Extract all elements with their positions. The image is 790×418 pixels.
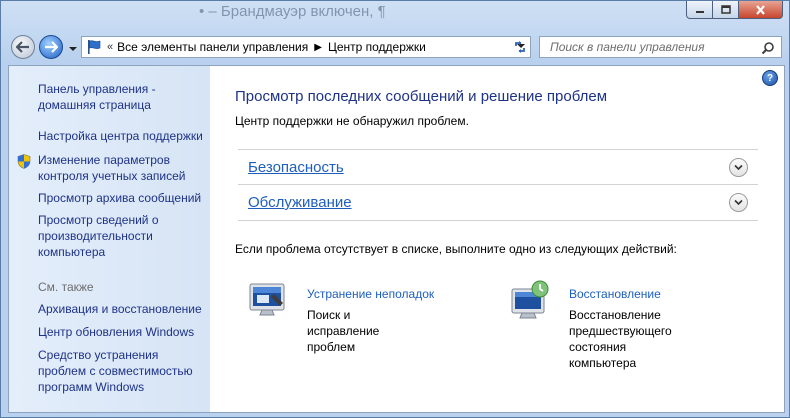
section-security[interactable]: Безопасность xyxy=(238,149,758,186)
section-maintenance-label[interactable]: Обслуживание xyxy=(248,194,352,211)
action-center-flag-icon xyxy=(88,40,101,54)
sidebar-link-control-panel-home[interactable]: Панель управления - домашняя страница xyxy=(38,81,156,113)
section-maintenance[interactable]: Обслуживание xyxy=(238,184,758,221)
address-bar[interactable]: « Все элементы панели управления ▶ Центр… xyxy=(81,36,531,58)
chevron-down-icon xyxy=(734,164,743,171)
sidebar-link-compatibility-troubleshooter[interactable]: Средство устранения проблем с совместимо… xyxy=(38,347,193,395)
section-security-expand-button[interactable] xyxy=(729,158,748,177)
window-controls xyxy=(686,1,783,19)
minimize-button[interactable] xyxy=(686,1,713,19)
breadcrumb-all-control-panel-items[interactable]: Все элементы панели управления xyxy=(117,40,308,54)
status-message: Центр поддержки не обнаружил проблем. xyxy=(235,114,469,128)
troubleshooting-description: Поиск и исправление проблем xyxy=(307,308,380,354)
control-panel-window: • – Брандмауэр включен, ¶ « Все элементы… xyxy=(0,0,790,418)
search-box[interactable] xyxy=(539,36,782,58)
refresh-icon xyxy=(515,41,525,53)
uac-shield-icon xyxy=(17,154,31,169)
sidebar: Панель управления - домашняя страница На… xyxy=(9,66,210,412)
breadcrumb-separator[interactable]: ▶ xyxy=(314,42,322,53)
title-bar[interactable]: • – Брандмауэр включен, ¶ xyxy=(1,1,789,29)
main-panel: ? Просмотр последних сообщений и решение… xyxy=(210,66,784,412)
refresh-button[interactable] xyxy=(509,37,531,57)
alternative-actions-hint: Если проблема отсутствует в списке, выпо… xyxy=(235,242,677,256)
maximize-button[interactable] xyxy=(713,1,739,19)
window-title: • – Брандмауэр включен, ¶ xyxy=(199,3,386,20)
chevron-down-icon xyxy=(734,199,743,206)
maximize-icon xyxy=(720,5,731,14)
system-restore-icon[interactable] xyxy=(510,280,550,320)
search-icon[interactable] xyxy=(761,41,775,55)
recent-pages-dropdown[interactable] xyxy=(67,43,79,55)
sidebar-link-backup-restore[interactable]: Архивация и восстановление xyxy=(38,301,202,317)
section-security-label[interactable]: Безопасность xyxy=(248,159,344,176)
sidebar-link-performance-info[interactable]: Просмотр сведений о производительности к… xyxy=(38,212,159,260)
breadcrumb-overflow-chevron[interactable]: « xyxy=(107,41,113,53)
back-button[interactable] xyxy=(11,35,35,59)
forward-button[interactable] xyxy=(39,35,63,59)
sidebar-link-action-center-settings[interactable]: Настройка центра поддержки xyxy=(38,128,203,144)
page-title: Просмотр последних сообщений и решение п… xyxy=(235,88,608,105)
help-button[interactable]: ? xyxy=(762,70,778,86)
minimize-icon xyxy=(695,10,704,13)
recovery-link[interactable]: Восстановление xyxy=(569,287,661,301)
close-icon xyxy=(756,4,765,15)
sidebar-link-windows-update[interactable]: Центр обновления Windows xyxy=(38,324,194,340)
section-divider xyxy=(238,220,758,221)
sidebar-link-message-archive[interactable]: Просмотр архива сообщений xyxy=(38,190,201,206)
breadcrumb-action-center[interactable]: Центр поддержки xyxy=(328,40,426,54)
see-also-heading: См. также xyxy=(38,280,94,294)
section-maintenance-expand-button[interactable] xyxy=(729,193,748,212)
troubleshooting-icon[interactable] xyxy=(248,280,288,320)
recovery-description: Восстановление предшествующего состояния… xyxy=(569,308,672,370)
sidebar-link-uac-settings[interactable]: Изменение параметров контроля учетных за… xyxy=(38,152,185,184)
close-button[interactable] xyxy=(739,1,783,19)
search-input[interactable] xyxy=(550,39,750,55)
troubleshooting-link[interactable]: Устранение неполадок xyxy=(307,287,434,301)
arrow-right-icon xyxy=(45,41,58,53)
content-pane: Панель управления - домашняя страница На… xyxy=(8,65,785,413)
arrow-left-icon xyxy=(16,41,29,53)
